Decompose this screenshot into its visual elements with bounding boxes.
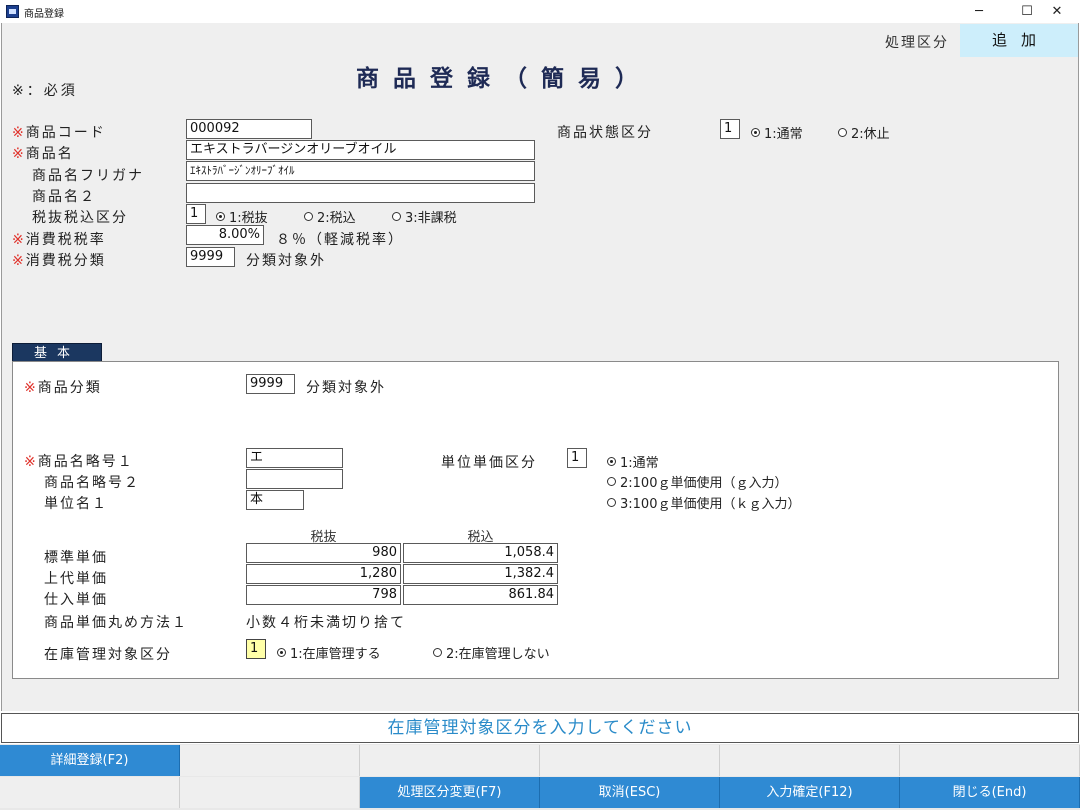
radio-checked-icon — [607, 457, 616, 466]
app-icon — [6, 5, 19, 18]
product-code-label: ※商品コード — [12, 125, 106, 141]
minimize-button[interactable]: ─ — [956, 0, 1002, 23]
product-code-input[interactable]: 000092 — [186, 119, 312, 139]
product-status-option-2[interactable]: 2:休止 — [838, 123, 890, 142]
standard-price-inc-input[interactable]: 1,058.4 — [403, 543, 558, 563]
tax-rate-note: ８％（軽減税率） — [276, 232, 404, 248]
tax-rate-label: ※消費税税率 — [12, 232, 106, 248]
close-button[interactable]: ✕ — [1034, 0, 1080, 23]
page-title: 商品登録（簡易） — [356, 66, 652, 92]
product-name-label: ※商品名 — [12, 146, 74, 162]
unit-price-option-3[interactable]: 3:100ｇ単価使用（ｋｇ入力） — [607, 493, 800, 512]
unit-price-option-1[interactable]: 1:通常 — [607, 452, 659, 471]
category-input[interactable]: 9999 — [246, 374, 295, 394]
radio-empty-icon — [607, 477, 616, 486]
retail-price-ex-input[interactable]: 1,280 — [246, 564, 401, 584]
product-status-option-1[interactable]: 1:通常 — [751, 123, 803, 142]
tax-type-label: 税抜税込区分 — [32, 210, 128, 226]
fkey-empty — [720, 745, 900, 776]
cancel-button[interactable]: 取消(ESC) — [540, 777, 720, 808]
abbr1-label: ※商品名略号１ — [24, 454, 134, 470]
radio-checked-icon — [751, 128, 760, 137]
radio-checked-icon — [277, 648, 286, 657]
tax-type-option-1[interactable]: 1:税抜 — [216, 207, 268, 226]
abbr2-input[interactable] — [246, 469, 343, 489]
tab-basic[interactable]: 基本 — [12, 343, 102, 363]
tax-rate-input[interactable]: 8.00% — [186, 225, 264, 245]
fkey-empty — [900, 745, 1080, 776]
tax-class-note: 分類対象外 — [246, 253, 326, 269]
status-message: 在庫管理対象区分を入力してください — [1, 713, 1079, 743]
tax-class-label: ※消費税分類 — [12, 253, 106, 269]
unit-price-option-2[interactable]: 2:100ｇ単価使用（ｇ入力） — [607, 472, 787, 491]
purchase-price-inc-input[interactable]: 861.84 — [403, 585, 558, 605]
radio-checked-icon — [216, 212, 225, 221]
close-window-button[interactable]: 閉じる(End) — [900, 777, 1080, 808]
radio-empty-icon — [607, 498, 616, 507]
tax-class-input[interactable]: 9999 — [186, 247, 235, 267]
detail-register-button[interactable]: 詳細登録(F2) — [0, 745, 180, 776]
window-titlebar — [0, 0, 1080, 23]
fkey-empty — [360, 745, 540, 776]
process-label: 処理区分 — [885, 35, 949, 51]
retail-price-inc-input[interactable]: 1,382.4 — [403, 564, 558, 584]
unit1-input[interactable]: 本 — [246, 490, 304, 510]
window-title: 商品登録 — [24, 9, 64, 20]
tax-type-option-3[interactable]: 3:非課税 — [392, 207, 457, 226]
stock-label: 在庫管理対象区分 — [44, 647, 172, 663]
radio-empty-icon — [392, 212, 401, 221]
product-kana-label: 商品名フリガナ — [32, 168, 144, 184]
fkey-empty — [0, 777, 180, 808]
fkey-empty — [540, 745, 720, 776]
price-row-label: 標準単価 — [44, 550, 108, 566]
product-status-label: 商品状態区分 — [557, 125, 653, 141]
abbr1-input[interactable]: エ — [246, 448, 343, 468]
unit-price-type-input[interactable]: 1 — [567, 448, 587, 468]
fkey-empty — [180, 745, 360, 776]
price-row-label: 仕入単価 — [44, 592, 108, 608]
required-note: ※：必須 — [12, 83, 78, 99]
abbr2-label: 商品名略号２ — [44, 475, 140, 491]
process-value: 追加 — [960, 24, 1078, 57]
stock-input[interactable]: 1 — [246, 639, 266, 659]
product-name-input[interactable]: エキストラバージンオリーブオイル — [186, 140, 535, 160]
category-note: 分類対象外 — [306, 380, 386, 396]
category-label: ※商品分類 — [24, 380, 102, 396]
confirm-input-button[interactable]: 入力確定(F12) — [720, 777, 900, 808]
tax-type-input[interactable]: 1 — [186, 204, 206, 224]
unit-price-type-label: 単位単価区分 — [441, 455, 537, 471]
tax-type-option-2[interactable]: 2:税込 — [304, 207, 356, 226]
radio-empty-icon — [838, 128, 847, 137]
change-process-button[interactable]: 処理区分変更(F7) — [360, 777, 540, 808]
fkey-empty — [180, 777, 360, 808]
stock-option-1[interactable]: 1:在庫管理する — [277, 643, 381, 662]
rounding-label: 商品単価丸め方法１ — [44, 615, 188, 631]
unit1-label: 単位名１ — [44, 496, 108, 512]
product-status-input[interactable]: 1 — [720, 119, 740, 139]
product-kana-input[interactable]: ｴｷｽﾄﾗﾊﾞｰｼﾞﾝｵﾘｰﾌﾞｵｲﾙ — [186, 161, 535, 181]
standard-price-ex-input[interactable]: 980 — [246, 543, 401, 563]
rounding-value: 小数４桁未満切り捨て — [246, 615, 406, 631]
product-name2-input[interactable] — [186, 183, 535, 203]
product-name2-label: 商品名２ — [32, 189, 96, 205]
price-row-label: 上代単価 — [44, 571, 108, 587]
stock-option-2[interactable]: 2:在庫管理しない — [433, 643, 550, 662]
radio-empty-icon — [433, 648, 442, 657]
purchase-price-ex-input[interactable]: 798 — [246, 585, 401, 605]
radio-empty-icon — [304, 212, 313, 221]
